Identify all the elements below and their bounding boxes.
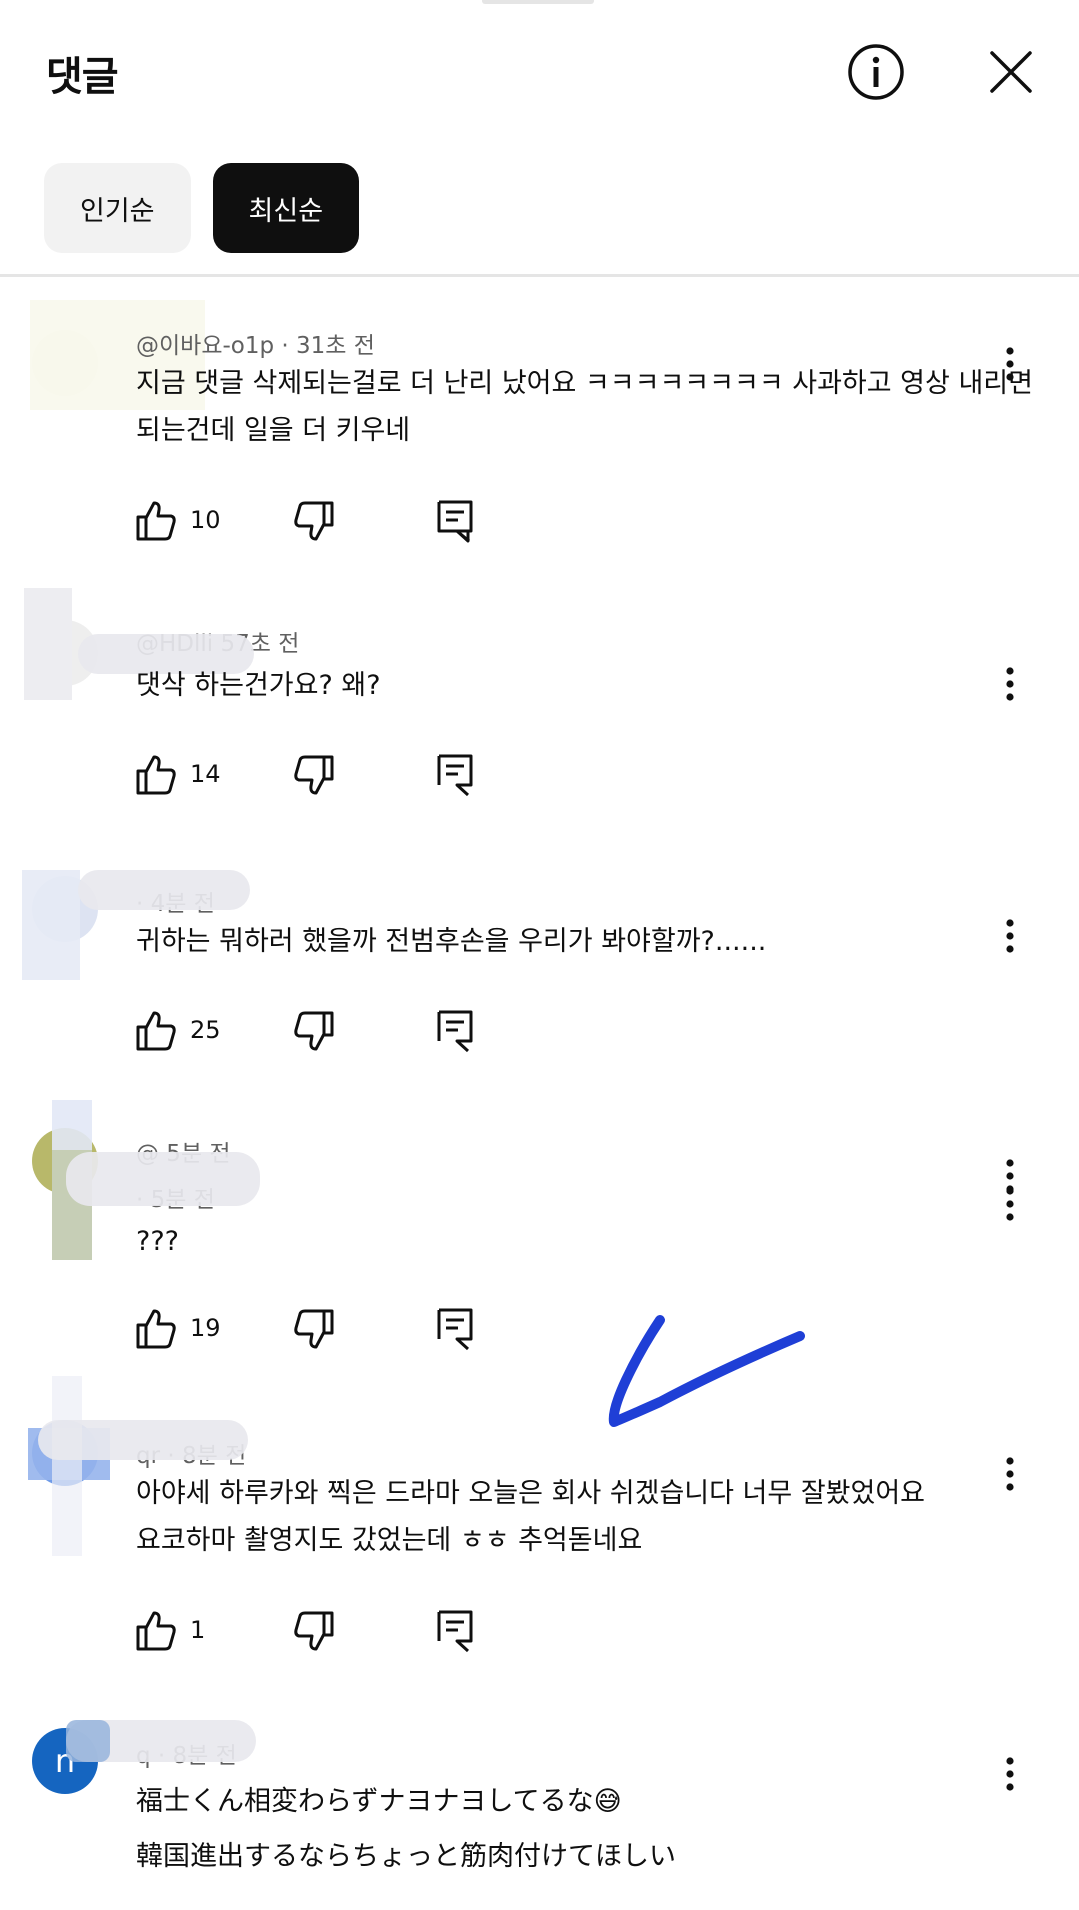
more-vertical-icon — [1006, 1187, 1014, 1221]
divider — [0, 274, 1079, 277]
like-button[interactable] — [134, 1304, 178, 1354]
info-button[interactable] — [840, 36, 912, 108]
comments-header: 댓글 — [0, 0, 1079, 140]
thumbs-up-icon — [136, 1011, 176, 1051]
comment-text-line-1: 댓삭 하는건가요? 왜? — [136, 670, 381, 701]
reply-icon — [437, 754, 473, 797]
more-vertical-icon — [1006, 919, 1014, 953]
more-vertical-icon — [1006, 667, 1014, 701]
thumbs-up-icon — [136, 755, 176, 795]
like-button[interactable] — [134, 1606, 178, 1656]
redaction-patch — [66, 1152, 260, 1206]
thumbs-up-icon — [136, 501, 176, 541]
like-button[interactable] — [134, 496, 178, 546]
thumbs-down-icon — [294, 1309, 334, 1349]
thumbs-down-icon — [294, 1611, 334, 1651]
reply-icon — [437, 1610, 473, 1653]
redaction-patch — [66, 1720, 110, 1762]
sort-chips: 인기순 최신순 — [44, 163, 360, 253]
page-title: 댓글 — [46, 54, 119, 100]
reply-icon — [437, 500, 473, 543]
comment-text-line-2: 되는건데 일을 더 키우네 — [136, 415, 411, 446]
comment-text-line-1: 지금 댓글 삭제되는걸로 더 난리 났어요 ㅋㅋㅋㅋㅋㅋㅋㅋ 사과하고 영상 내… — [136, 368, 1033, 399]
more-vertical-icon — [1006, 1457, 1014, 1491]
reply-button[interactable] — [436, 1606, 474, 1656]
comment-text-line-1: 福士くん相変わらずナヨナヨしてるな😅 — [136, 1786, 622, 1817]
info-icon — [848, 44, 904, 100]
redaction-patch — [22, 870, 80, 980]
thumbs-down-icon — [294, 501, 334, 541]
comment-text-line-1: 귀하는 뭐하러 했을까 전범후손을 우리가 봐야할까?...... — [136, 926, 767, 957]
like-count: 19 — [190, 1314, 221, 1342]
reply-icon — [437, 1010, 473, 1053]
dislike-button[interactable] — [292, 1006, 336, 1056]
redaction-patch — [78, 870, 250, 910]
dislike-button[interactable] — [292, 750, 336, 800]
comment-text-line-1: ??? — [136, 1226, 179, 1257]
comment-meta[interactable]: @이바요-o1p · 31초 전 — [136, 326, 375, 360]
reply-button[interactable] — [436, 1304, 474, 1354]
redaction-patch — [52, 1376, 82, 1556]
dislike-button[interactable] — [292, 1304, 336, 1354]
close-icon — [990, 51, 1032, 93]
sort-latest-chip[interactable]: 최신순 — [212, 163, 360, 253]
more-options-button[interactable] — [990, 334, 1030, 394]
thumbs-up-icon — [136, 1611, 176, 1651]
dislike-button[interactable] — [292, 1606, 336, 1656]
reply-button[interactable] — [436, 496, 474, 546]
like-button[interactable] — [134, 750, 178, 800]
close-button[interactable] — [975, 36, 1047, 108]
more-options-button[interactable] — [990, 906, 1030, 966]
thumbs-up-icon — [136, 1309, 176, 1349]
comment-text-line-2: 韓国進出するならちょっと筋肉付けてほしい — [136, 1841, 676, 1872]
more-options-button[interactable] — [990, 654, 1030, 714]
like-count: 10 — [190, 506, 221, 534]
redaction-patch — [38, 1420, 248, 1460]
redaction-patch — [24, 588, 72, 700]
reply-icon — [437, 1308, 473, 1351]
reply-button[interactable] — [436, 1006, 474, 1056]
like-count: 14 — [190, 760, 221, 788]
more-options-button[interactable] — [990, 1744, 1030, 1804]
thumbs-down-icon — [294, 1011, 334, 1051]
dislike-button[interactable] — [292, 496, 336, 546]
like-count: 25 — [190, 1016, 221, 1044]
like-count: 1 — [190, 1616, 206, 1644]
thumbs-down-icon — [294, 755, 334, 795]
more-vertical-icon — [1006, 1757, 1014, 1791]
sort-popular-chip[interactable]: 인기순 — [44, 163, 191, 253]
more-vertical-icon — [1006, 347, 1014, 381]
more-options-button[interactable] — [990, 1444, 1030, 1504]
more-options-button-duplicate[interactable] — [990, 1174, 1030, 1234]
reply-button[interactable] — [436, 750, 474, 800]
comment-text-line-1: 아야세 하루카와 찍은 드라마 오늘은 회사 쉬겠습니다 너무 잘봤었어요 — [136, 1478, 926, 1509]
comment-text-line-2: 요코하마 촬영지도 갔었는데 ㅎㅎ 추억돋네요 — [136, 1525, 643, 1556]
like-button[interactable] — [134, 1006, 178, 1056]
